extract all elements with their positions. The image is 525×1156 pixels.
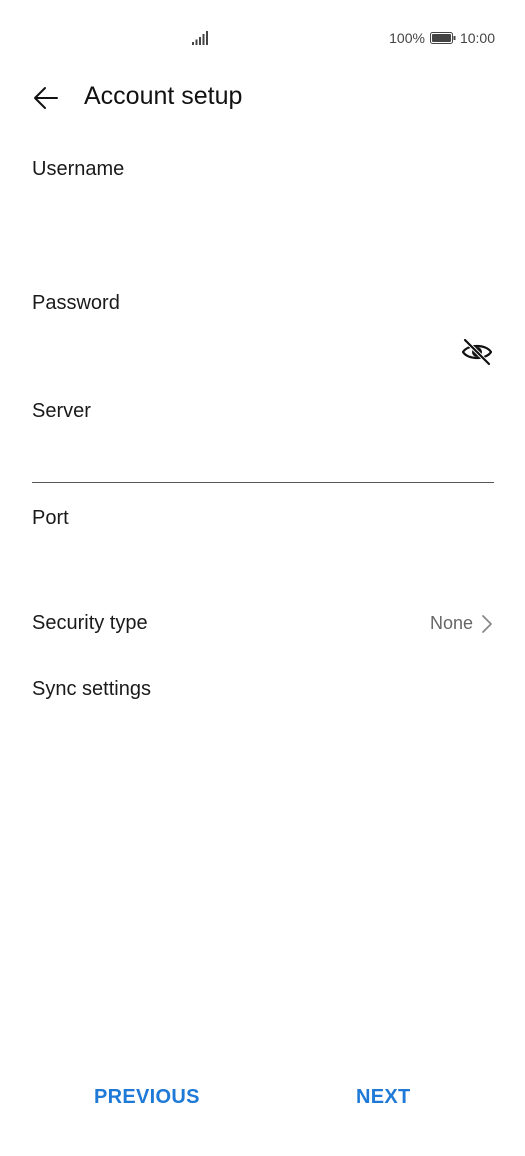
cellular-signal-icon bbox=[192, 31, 208, 45]
username-label: Username bbox=[32, 158, 125, 180]
server-input[interactable] bbox=[32, 446, 494, 483]
app-header: Account setup bbox=[0, 76, 525, 120]
arrow-left-icon[interactable] bbox=[32, 84, 60, 112]
status-bar: 100% 10:00 bbox=[0, 0, 525, 76]
port-input[interactable] bbox=[32, 548, 494, 584]
security-type-label: Security type bbox=[32, 612, 148, 634]
security-type-row[interactable]: Security type None bbox=[0, 600, 525, 648]
security-type-value: None bbox=[429, 613, 473, 633]
battery-full-icon bbox=[429, 32, 456, 44]
sync-settings-label: Sync settings bbox=[32, 678, 151, 700]
previous-button[interactable]: PREVIOUS bbox=[94, 1086, 200, 1109]
next-button[interactable]: NEXT bbox=[356, 1086, 411, 1109]
eye-slash-icon[interactable] bbox=[461, 337, 493, 367]
server-label: Server bbox=[32, 400, 91, 422]
status-right: 100% 10:00 bbox=[389, 30, 495, 46]
username-input[interactable] bbox=[32, 198, 494, 234]
password-label: Password bbox=[32, 292, 120, 314]
battery-percent: 100% bbox=[389, 30, 425, 46]
page-title: Account setup bbox=[84, 82, 243, 110]
sync-settings-row[interactable]: Sync settings bbox=[0, 668, 525, 716]
port-label: Port bbox=[32, 507, 69, 529]
status-time: 10:00 bbox=[459, 30, 495, 46]
password-input[interactable] bbox=[32, 334, 452, 370]
chevron-right-icon bbox=[482, 615, 492, 633]
